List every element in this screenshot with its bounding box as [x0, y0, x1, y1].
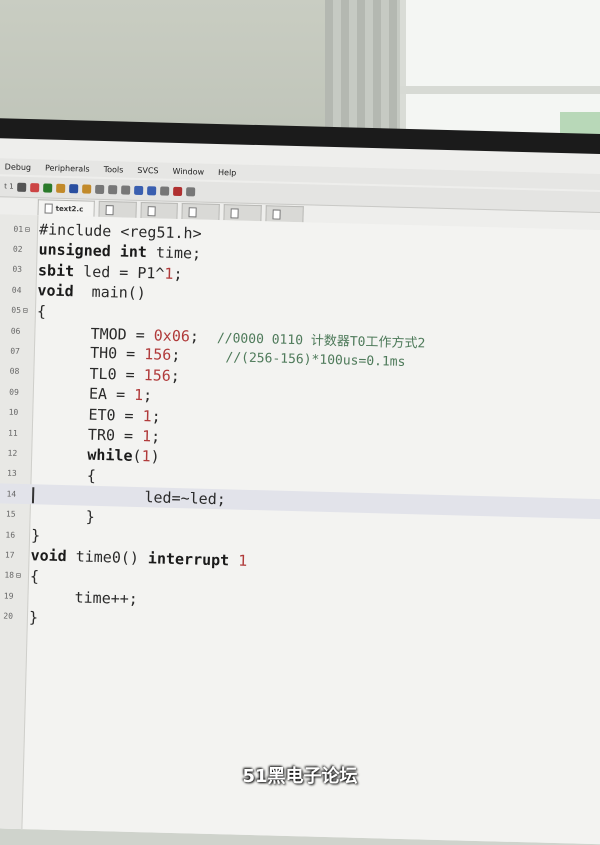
line-number: 06	[0, 326, 23, 336]
tab-label	[158, 207, 167, 215]
code-text: void main()	[37, 281, 146, 302]
forum-watermark: 51黑电子论坛	[0, 762, 600, 788]
code-text: {	[37, 302, 46, 320]
ide-window: DebugPeripheralsToolsSVCSWindowHelp t 1 …	[0, 138, 600, 844]
code-text: TL0 = 156;	[35, 363, 180, 385]
line-number: 08	[0, 366, 21, 376]
code-text: time++;	[29, 587, 138, 608]
menu-item-help[interactable]: Help	[218, 167, 236, 176]
code-text: {	[32, 465, 96, 485]
code-text: while(1)	[33, 445, 160, 466]
menu-item-window[interactable]: Window	[172, 166, 204, 176]
document-icon	[45, 203, 53, 213]
code-text: }	[29, 608, 38, 626]
menu-item-svcs[interactable]: SVCS	[137, 165, 158, 175]
menu-item-peripherals[interactable]: Peripherals	[45, 163, 90, 173]
line-number: 17	[0, 550, 17, 560]
tab-file-1[interactable]	[98, 201, 136, 218]
line-number: 05	[0, 305, 23, 315]
code-text: TR0 = 1;	[34, 424, 161, 445]
window-sill	[400, 86, 600, 94]
toolbar-left-label: t 1	[4, 182, 14, 190]
tab-text2-c[interactable]: text2.c	[37, 199, 94, 216]
save-icon[interactable]	[70, 184, 79, 193]
tab-file-2[interactable]	[140, 202, 178, 219]
load-icon[interactable]	[57, 183, 66, 192]
line-number: 13	[0, 468, 19, 478]
paste-icon[interactable]	[121, 185, 130, 194]
cut-icon[interactable]	[96, 184, 105, 193]
document-icon	[273, 209, 281, 219]
line-number: 19	[0, 591, 16, 601]
line-number: 20	[0, 611, 15, 621]
code-text: unsigned int time;	[38, 241, 201, 263]
line-number: 07	[0, 346, 22, 356]
code-text: }	[31, 526, 40, 544]
line-number: 18	[0, 570, 16, 580]
line-number: 04	[0, 285, 24, 295]
document-icon	[105, 205, 113, 215]
rebuild-icon[interactable]	[44, 183, 53, 192]
open-icon[interactable]	[83, 184, 92, 193]
debug-icon[interactable]	[173, 186, 182, 195]
line-number: 03	[0, 265, 24, 275]
fold-toggle-icon[interactable]: ⊟	[16, 571, 24, 580]
line-number: 12	[0, 448, 19, 458]
code-text: sbit led = P1^1;	[38, 261, 183, 283]
fold-toggle-icon[interactable]: ⊟	[23, 306, 31, 315]
line-number: 14	[0, 489, 18, 499]
redo-icon[interactable]	[147, 186, 156, 195]
line-number: 11	[0, 428, 20, 438]
line-number: 02	[0, 244, 25, 254]
line-number: 16	[0, 530, 17, 540]
tab-file-3[interactable]	[182, 203, 220, 220]
line-number: 01	[0, 224, 25, 234]
tab-file-5[interactable]	[266, 205, 304, 222]
document-icon	[189, 207, 197, 217]
line-number: 10	[0, 407, 20, 417]
build-icon[interactable]	[31, 183, 40, 192]
window-curtain	[325, 0, 405, 140]
tab-label: text2.c	[56, 204, 84, 213]
fold-toggle-icon[interactable]: ⊟	[25, 224, 33, 233]
line-number: 09	[0, 387, 21, 397]
document-icon	[147, 206, 155, 216]
text-icon[interactable]	[18, 182, 27, 191]
copy-icon[interactable]	[108, 185, 117, 194]
code-editor[interactable]: 01⊟#include <reg51.h>02unsigned int time…	[0, 214, 600, 844]
tab-label	[284, 210, 293, 218]
tab-label	[242, 209, 251, 217]
tab-file-4[interactable]	[224, 204, 262, 221]
tab-label	[200, 208, 209, 216]
monitor: DebugPeripheralsToolsSVCSWindowHelp t 1 …	[0, 118, 600, 835]
text-cursor	[32, 487, 34, 503]
code-text: EA = 1;	[35, 383, 153, 404]
code-text: ET0 = 1;	[34, 404, 161, 425]
code-text: {	[30, 567, 39, 585]
code-text: #include <reg51.h>	[39, 220, 202, 242]
find-icon[interactable]	[160, 186, 169, 195]
menu-item-debug[interactable]: Debug	[5, 162, 32, 172]
line-number: 15	[0, 509, 18, 519]
options-icon[interactable]	[186, 187, 195, 196]
menu-item-tools[interactable]: Tools	[104, 164, 124, 174]
tab-label	[116, 206, 125, 214]
document-icon	[231, 208, 239, 218]
code-text: }	[31, 506, 95, 526]
undo-icon[interactable]	[134, 185, 143, 194]
